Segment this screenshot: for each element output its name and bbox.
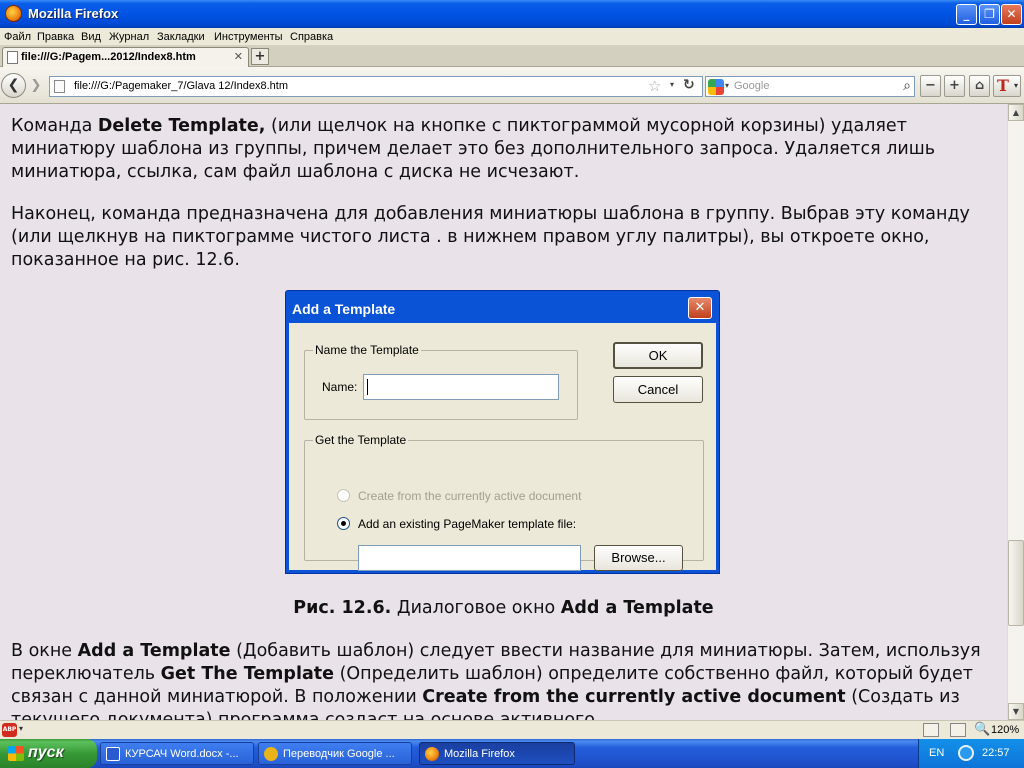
url-bar[interactable]: file:///G:/Pagemaker_7/Glava 12/Index8.h… bbox=[49, 76, 703, 97]
search-box[interactable]: ▾ Google ⌕ bbox=[705, 76, 915, 97]
home-button[interactable]: ⌂ bbox=[969, 75, 990, 97]
windows-logo-icon bbox=[8, 746, 24, 761]
start-button[interactable]: пуск bbox=[0, 739, 97, 768]
bookmark-star-icon[interactable]: ☆ bbox=[648, 77, 661, 95]
dialog-title: Add a Template bbox=[292, 301, 396, 317]
adblock-icon[interactable]: ABP bbox=[2, 723, 17, 737]
taskbar: пуск КУРСАЧ Word.docx -... Переводчик Go… bbox=[0, 739, 1024, 768]
task-google-translate[interactable]: Переводчик Google ... bbox=[258, 742, 412, 765]
paragraph-delete-template: Команда Delete Template, (или щелчок на … bbox=[11, 116, 936, 182]
name-field bbox=[363, 374, 559, 400]
search-input[interactable]: Google bbox=[734, 80, 769, 92]
zoom-out-button[interactable]: − bbox=[920, 75, 941, 97]
menu-bar: Файл Правка Вид Журнал Закладки Инструме… bbox=[0, 28, 1024, 46]
add-template-dialog-figure: Add a Template ✕ Name the Template Name:… bbox=[285, 290, 720, 574]
navigation-toolbar: ❮ ❯ file:///G:/Pagemaker_7/Glava 12/Inde… bbox=[0, 67, 1024, 104]
name-label: Name: bbox=[322, 380, 358, 394]
tab-close-icon[interactable]: ✕ bbox=[234, 50, 243, 63]
zoom-in-button[interactable]: + bbox=[944, 75, 965, 97]
menu-edit[interactable]: Правка bbox=[37, 31, 74, 43]
dialog-body: Name the Template Name: OK Cancel Get th… bbox=[289, 323, 716, 571]
status-bar: ABP ▾ 🔍 120% bbox=[0, 720, 1024, 739]
close-window-button[interactable]: ✕ bbox=[1001, 4, 1022, 25]
browse-button: Browse... bbox=[594, 545, 683, 571]
text-style-icon: T bbox=[997, 76, 1009, 95]
paragraph-add-template: Наконец, команда предназначена для добав… bbox=[11, 204, 970, 270]
back-button[interactable]: ❮ bbox=[1, 73, 26, 98]
clock[interactable]: 22:57 bbox=[982, 747, 1010, 759]
page-icon bbox=[54, 80, 65, 93]
language-indicator[interactable]: EN bbox=[929, 747, 944, 759]
google-icon[interactable] bbox=[708, 79, 724, 95]
chevron-down-icon: ▾ bbox=[1013, 81, 1018, 90]
zoom-icon: 🔍 bbox=[974, 722, 991, 737]
start-label: пуск bbox=[28, 744, 64, 761]
cancel-button: Cancel bbox=[613, 376, 703, 403]
search-engine-dropdown-icon[interactable]: ▾ bbox=[725, 81, 729, 90]
task-label: Переводчик Google ... bbox=[283, 748, 395, 760]
forward-button[interactable]: ❯ bbox=[27, 77, 45, 95]
vertical-scrollbar[interactable]: ▲ ▼ bbox=[1007, 104, 1024, 720]
download-icon[interactable] bbox=[950, 723, 966, 737]
task-label: КУРСАЧ Word.docx -... bbox=[125, 748, 239, 760]
firefox-icon bbox=[5, 5, 22, 22]
menu-help[interactable]: Справка bbox=[290, 31, 333, 43]
reload-icon[interactable]: ↻ bbox=[683, 77, 695, 93]
paragraph-dialog-description: В окне Add a Template (Добавить шаблон) … bbox=[11, 641, 981, 720]
minimize-button[interactable]: _ bbox=[956, 4, 977, 25]
keyboard-layout-icon[interactable] bbox=[923, 723, 939, 737]
figure-caption: Рис. 12.6. Диалоговое окно Add a Templat… bbox=[293, 598, 714, 618]
scroll-down-button[interactable]: ▼ bbox=[1008, 703, 1024, 720]
radio-add-existing bbox=[337, 517, 350, 530]
radio-add-existing-label: Add an existing PageMaker template file: bbox=[358, 517, 577, 531]
url-dropdown-icon[interactable]: ▾ bbox=[670, 80, 674, 89]
task-firefox[interactable]: Mozilla Firefox bbox=[419, 742, 575, 765]
adblock-dropdown-icon[interactable]: ▾ bbox=[19, 724, 23, 733]
word-icon bbox=[106, 747, 120, 761]
text-caret bbox=[367, 379, 368, 395]
new-tab-button[interactable]: + bbox=[251, 48, 269, 65]
search-icon[interactable]: ⌕ bbox=[903, 78, 911, 94]
menu-tools[interactable]: Инструменты bbox=[214, 31, 283, 43]
zoom-level[interactable]: 120% bbox=[991, 724, 1019, 736]
text-style-button[interactable]: T ▾ bbox=[993, 75, 1021, 97]
ok-button: OK bbox=[613, 342, 703, 369]
window-title-bar[interactable]: Mozilla Firefox _ ❐ ✕ bbox=[0, 0, 1024, 28]
scroll-thumb[interactable] bbox=[1008, 540, 1024, 626]
tab-index8[interactable]: file:///G:/Pagem...2012/Index8.htm ✕ bbox=[2, 47, 249, 67]
yandex-icon bbox=[264, 747, 278, 761]
network-icon[interactable] bbox=[958, 745, 974, 761]
radio-selected-dot bbox=[341, 521, 346, 526]
task-label: Mozilla Firefox bbox=[444, 748, 515, 760]
task-word[interactable]: КУРСАЧ Word.docx -... bbox=[100, 742, 254, 765]
menu-view[interactable]: Вид bbox=[81, 31, 101, 43]
dialog-close-icon: ✕ bbox=[688, 297, 712, 319]
page-icon bbox=[7, 51, 18, 64]
radio-create-from-active bbox=[337, 489, 350, 502]
page-content: Команда Delete Template, (или щелчок на … bbox=[0, 104, 1007, 720]
firefox-icon bbox=[425, 747, 439, 761]
maximize-button[interactable]: ❐ bbox=[979, 4, 1000, 25]
tab-bar: file:///G:/Pagem...2012/Index8.htm ✕ + bbox=[0, 46, 1024, 67]
group-label-get: Get the Template bbox=[313, 433, 409, 447]
menu-file[interactable]: Файл bbox=[4, 31, 31, 43]
scroll-up-button[interactable]: ▲ bbox=[1008, 104, 1024, 121]
url-text[interactable]: file:///G:/Pagemaker_7/Glava 12/Index8.h… bbox=[74, 80, 288, 92]
menu-bookmarks[interactable]: Закладки bbox=[157, 31, 205, 43]
template-file-field bbox=[358, 545, 581, 571]
group-label-name: Name the Template bbox=[313, 343, 421, 357]
window-title: Mozilla Firefox bbox=[28, 6, 119, 21]
tab-label: file:///G:/Pagem...2012/Index8.htm bbox=[21, 51, 196, 63]
name-template-group: Name the Template Name: bbox=[304, 343, 578, 420]
menu-history[interactable]: Журнал bbox=[109, 31, 149, 43]
radio-create-label: Create from the currently active documen… bbox=[358, 489, 582, 503]
